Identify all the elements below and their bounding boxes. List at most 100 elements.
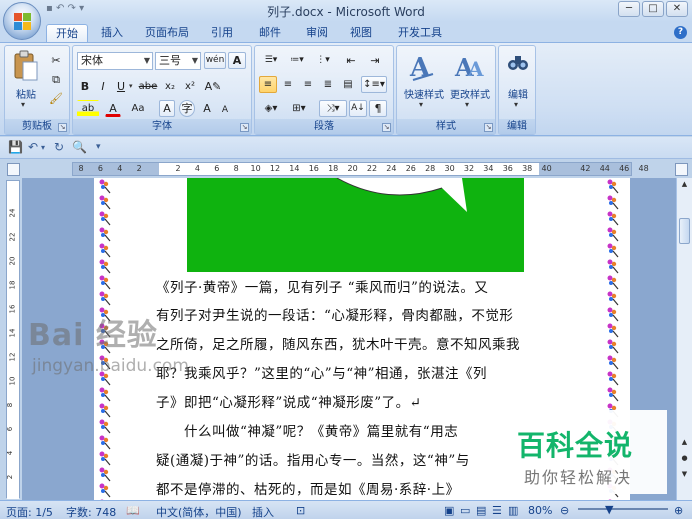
prev-page-icon[interactable]: ▲ [679, 438, 690, 450]
tab-home[interactable]: 开始 [46, 24, 88, 42]
clear-format-icon[interactable]: A✎ [203, 78, 223, 95]
font-name-box[interactable]: 宋体 ▼ [77, 52, 153, 70]
binoculars-icon[interactable] [507, 52, 529, 74]
sort-icon[interactable]: A↓ [349, 100, 367, 117]
chevron-down-icon[interactable]: ▾ [514, 100, 518, 109]
paste-label[interactable]: 粘贴 [11, 86, 41, 101]
underline-button[interactable]: U [113, 78, 129, 95]
office-button[interactable] [3, 2, 41, 40]
char-border-button[interactable]: A [228, 52, 246, 69]
chevron-down-icon[interactable]: ▾ [465, 100, 469, 109]
change-case-button[interactable]: Aa [127, 100, 149, 117]
format-painter-icon[interactable]: 🖌 [47, 90, 65, 107]
shading-icon[interactable]: ◈▾ [259, 100, 283, 117]
tab-references[interactable]: 引用 [204, 24, 240, 42]
zoom-slider[interactable] [578, 508, 668, 510]
line-spacing-icon[interactable]: ↕≡▾ [361, 76, 387, 93]
bullets-icon[interactable]: ☰▾ [259, 52, 283, 69]
borders-icon[interactable]: ⊞▾ [287, 100, 311, 117]
cut-icon[interactable]: ✂ [47, 52, 65, 69]
scroll-up-icon[interactable]: ▲ [679, 180, 690, 192]
quick-styles-icon[interactable]: A [407, 50, 437, 84]
horizontal-ruler[interactable]: 8 6 4 2 2 4 6 8 10 12 14 16 18 20 22 24 26 28 30 32 34 36 38 40… [72, 162, 649, 176]
show-marks-icon[interactable]: ¶ [369, 100, 387, 117]
chevron-down-icon[interactable]: ▾ [129, 82, 133, 90]
chevron-down-icon[interactable]: ▾ [41, 143, 45, 152]
select-browse-icon[interactable]: ● [679, 454, 690, 466]
maximize-button[interactable]: □ [642, 1, 664, 17]
language-status[interactable]: 中文(简体，中国) [156, 504, 242, 519]
chevron-down-icon[interactable]: ▾ [419, 100, 423, 109]
phonetic-guide-button[interactable]: wén [204, 52, 226, 69]
proofing-icon[interactable]: 📖 [126, 504, 140, 517]
highlight-button[interactable]: ab [77, 100, 99, 117]
strikethrough-button[interactable]: abe [137, 78, 159, 95]
vertical-ruler[interactable]: 24 22 20 18 16 14 12 10 8 6 4 2 [6, 180, 20, 499]
view-print-layout-icon[interactable]: ▣ [444, 504, 454, 517]
view-fullscreen-icon[interactable]: ▭ [460, 504, 470, 517]
styles-launcher-icon[interactable]: ↘ [484, 123, 493, 132]
next-page-icon[interactable]: ▼ [679, 470, 690, 482]
view-ruler-button[interactable] [675, 163, 688, 176]
enclose-char-button[interactable]: 字 [179, 100, 195, 117]
editing-label[interactable]: 编辑 [501, 86, 535, 101]
font-size-box[interactable]: 三号 ▼ [155, 52, 201, 70]
multilevel-list-icon[interactable]: ⋮▾ [311, 52, 335, 69]
zoom-out-icon[interactable]: ⊖ [560, 504, 569, 517]
tab-developer[interactable]: 开发工具 [392, 24, 448, 42]
vertical-scrollbar[interactable]: ▲ ▲ ● ▼ [676, 178, 692, 500]
green-shape[interactable] [187, 178, 524, 272]
change-styles-label[interactable]: 更改样式 [447, 86, 493, 101]
paste-icon[interactable] [13, 50, 39, 82]
italic-button[interactable]: I [95, 78, 111, 95]
tab-selector-button[interactable] [7, 163, 20, 176]
increase-indent-icon[interactable]: ⇥ [365, 52, 385, 69]
char-shading-button[interactable]: A [159, 100, 175, 117]
align-left-icon[interactable]: ≡ [259, 76, 277, 93]
shrink-font-button[interactable]: A [217, 102, 233, 119]
view-outline-icon[interactable]: ☰ [492, 504, 502, 517]
paragraph-launcher-icon[interactable]: ↘ [382, 123, 391, 132]
subscript-button[interactable]: x₂ [161, 78, 179, 95]
quick-styles-label[interactable]: 快速样式 [401, 86, 447, 101]
tab-page-layout[interactable]: 页面布局 [138, 24, 196, 42]
save-icon[interactable]: 💾 [8, 140, 23, 154]
insert-mode[interactable]: 插入 [252, 504, 274, 519]
scroll-thumb[interactable] [679, 218, 690, 244]
zoom-in-icon[interactable]: ⊕ [674, 504, 683, 517]
decrease-indent-icon[interactable]: ⇤ [341, 52, 361, 69]
print-preview-icon[interactable]: 🔍 [72, 140, 87, 154]
numbering-icon[interactable]: ≔▾ [285, 52, 309, 69]
font-launcher-icon[interactable]: ↘ [240, 123, 249, 132]
macro-record-icon[interactable]: ⊡ [296, 504, 305, 517]
distributed-icon[interactable]: ▤ [339, 76, 357, 93]
undo-icon[interactable]: ↶ [28, 140, 38, 154]
word-count[interactable]: 字数: 748 [66, 504, 116, 519]
font-color-button[interactable]: A [105, 100, 121, 117]
close-button[interactable]: ✕ [666, 1, 688, 17]
tab-insert[interactable]: 插入 [94, 24, 130, 42]
copy-icon[interactable]: ⧉ [47, 71, 65, 88]
tab-mailings[interactable]: 邮件 [252, 24, 288, 42]
asian-layout-icon[interactable]: ⤨▾ [319, 100, 347, 117]
zoom-thumb[interactable]: ▼ [605, 503, 613, 516]
align-center-icon[interactable]: ≡ [279, 76, 297, 93]
zoom-level[interactable]: 80% [528, 504, 552, 517]
tab-view[interactable]: 视图 [343, 24, 379, 42]
grow-font-button[interactable]: A [199, 100, 215, 117]
superscript-button[interactable]: x² [181, 78, 199, 95]
view-web-icon[interactable]: ▤ [476, 504, 486, 517]
redo-icon[interactable]: ↻ [54, 140, 64, 154]
change-styles-icon[interactable]: A A [453, 50, 485, 84]
clipboard-launcher-icon[interactable]: ↘ [58, 123, 67, 132]
paste-dropdown-icon[interactable]: ▾ [21, 100, 25, 109]
align-right-icon[interactable]: ≡ [299, 76, 317, 93]
minimize-button[interactable]: ─ [618, 1, 640, 17]
page-count[interactable]: 页面: 1/5 [6, 504, 53, 519]
bold-button[interactable]: B [77, 78, 93, 95]
tab-review[interactable]: 审阅 [299, 24, 335, 42]
view-draft-icon[interactable]: ▥ [508, 504, 518, 517]
justify-icon[interactable]: ≣ [319, 76, 337, 93]
customize-qat-icon[interactable]: ▾ [96, 142, 101, 152]
help-icon[interactable]: ? [674, 26, 687, 39]
